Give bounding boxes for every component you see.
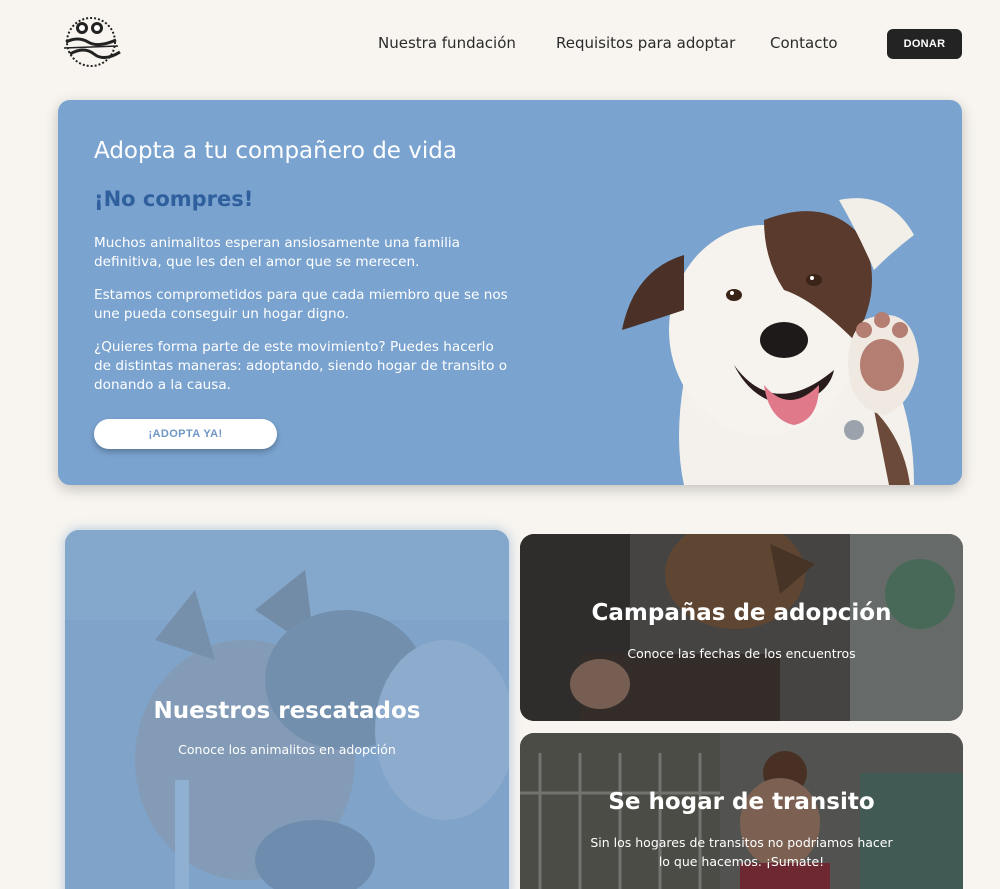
nav-link-requisitos[interactable]: Requisitos para adoptar [556, 34, 735, 52]
hero-title: Adopta a tu compañero de vida [94, 138, 457, 164]
hero-paragraph-2: Estamos comprometidos para que cada miem… [94, 287, 508, 322]
card-campaigns[interactable]: Campañas de adopción Conoce las fechas d… [520, 534, 963, 721]
card-campaigns-title: Campañas de adopción [591, 600, 892, 626]
card-transit[interactable]: Se hogar de transito Sin los hogares de … [520, 733, 963, 889]
dog-photo [622, 198, 919, 485]
hero-paragraph-1: Muchos animalitos esperan ansiosamente u… [94, 235, 461, 270]
nav-link-contacto[interactable]: Contacto [770, 34, 838, 52]
nav-link-fundacion[interactable]: Nuestra fundación [378, 34, 516, 52]
donate-button[interactable]: DONAR [887, 29, 962, 59]
card-transit-title: Se hogar de transito [608, 789, 875, 815]
card-transit-text: Sin los hogares de transitos no podriamo… [590, 835, 893, 869]
card-rescued-title: Nuestros rescatados [153, 698, 421, 724]
site-header: Nuestra fundación Requisitos para adopta… [0, 0, 1000, 88]
card-rescued[interactable]: Nuestros rescatados Conoce los animalito… [65, 530, 509, 889]
logo[interactable] [58, 14, 124, 70]
hero-paragraph-3: ¿Quieres forma parte de este movimiento?… [94, 339, 508, 393]
hero-banner: Adopta a tu compañero de vida ¡No compre… [58, 100, 962, 485]
adopt-now-button[interactable]: ¡ADOPTA YA! [94, 419, 277, 449]
card-rescued-text: Conoce los animalitos en adopción [178, 742, 396, 757]
campaigns-photo [520, 534, 963, 721]
hero-subtitle: ¡No compres! [94, 187, 254, 211]
card-campaigns-text: Conoce las fechas de los encuentros [627, 646, 856, 661]
logo-icon [63, 17, 121, 67]
